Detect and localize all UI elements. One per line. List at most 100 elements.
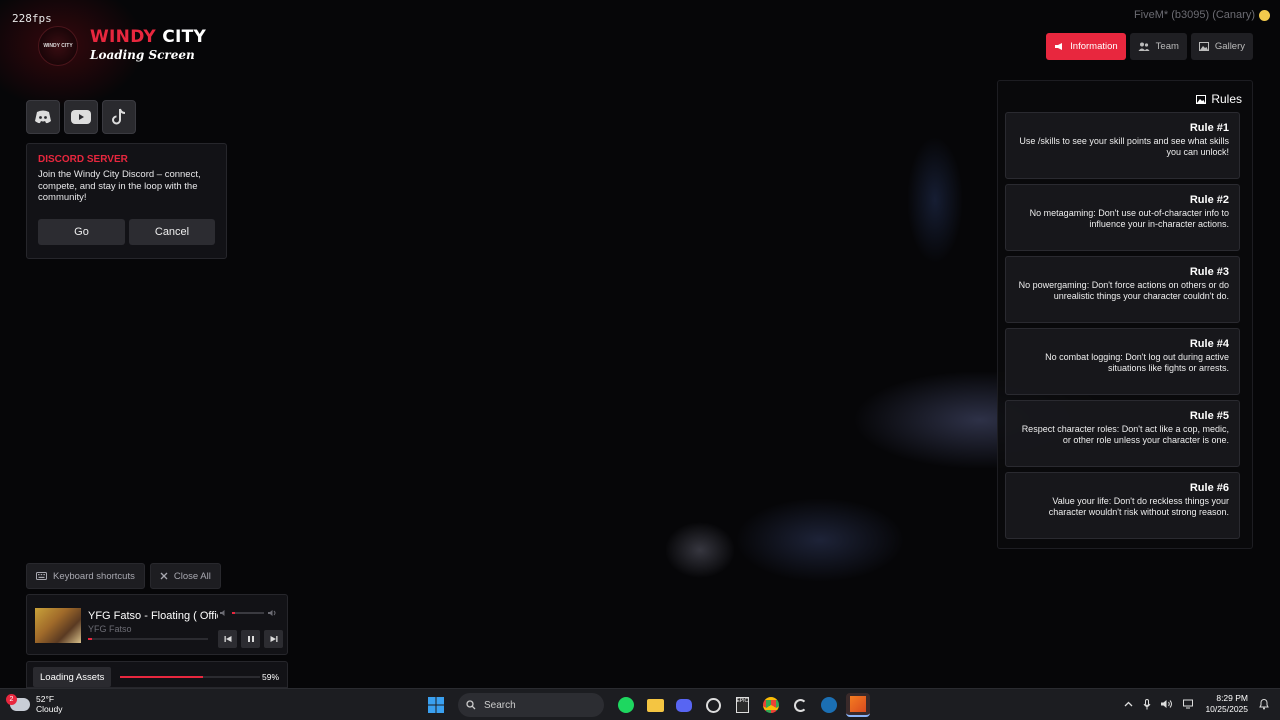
notification-badge: 2 [6,693,17,705]
rule-text: Value your life: Don't do reckless thing… [1048,496,1229,517]
loading-label: Loading Assets [33,667,112,687]
song-progress-fill [88,638,92,640]
youtube-icon [71,110,91,124]
network-icon[interactable] [1183,699,1195,709]
fivem-icon[interactable] [846,693,870,717]
volume-slider[interactable] [232,612,264,614]
tab-information[interactable]: Information [1046,33,1126,60]
next-button[interactable] [264,630,283,648]
users-icon [1138,42,1150,51]
rule-text: No metagaming: Don't use out-of-characte… [1029,208,1229,229]
volume-low-icon [220,610,225,616]
volume-control [220,606,282,620]
rule-text: Use /skills to see your skill points and… [1019,136,1229,157]
tab-team-label: Team [1155,41,1179,52]
discord-server-card: DISCORD SERVER Join the Windy City Disco… [26,143,227,259]
playback-controls [218,630,283,648]
spotify-icon[interactable] [614,693,638,717]
weather-widget[interactable]: 2 52°F Cloudy [6,693,63,714]
loading-progress [120,676,260,678]
discord-card-heading: DISCORD SERVER [38,154,128,165]
client-info: FiveM* (b3095) (Canary) [1134,9,1270,21]
brand-title: WINDY CITY Loading Screen [90,27,206,62]
song-progress[interactable] [88,638,208,640]
taskbar-search-label: Search [484,699,516,711]
close-all-button[interactable]: Close All [149,563,221,589]
music-player: YFG Fatso - Floating ( Official YFG Fats… [26,594,288,655]
microphone-icon[interactable] [1143,698,1151,710]
rules-panel: Rules Rule #1 Use /skills to see your sk… [997,80,1253,549]
loading-bar-panel: Loading Assets 59% [26,661,288,688]
rule-text: Respect character roles: Don't act like … [1021,424,1229,445]
taskbar-search[interactable]: Search [458,693,604,717]
steam-icon[interactable] [817,693,841,717]
cancel-button[interactable]: Cancel [129,218,215,245]
start-button[interactable] [424,693,448,717]
go-button[interactable]: Go [38,218,125,245]
weather-temperature: 52°F [36,694,55,704]
discord-taskbar-icon[interactable] [672,693,696,717]
clock-time: 8:29 PM [1216,693,1248,703]
rule-number: Rule #2 [1189,194,1229,206]
top-nav: Information Team Gallery [1046,33,1253,60]
file-explorer-icon[interactable] [643,693,667,717]
search-icon [466,700,476,710]
rule-text: No powergaming: Don't force actions on o… [1018,280,1229,301]
rules-title: Rules [1196,92,1242,106]
pause-button[interactable] [241,630,260,648]
tab-team[interactable]: Team [1129,33,1187,60]
keyboard-shortcuts-label: Keyboard shortcuts [53,570,135,582]
rule-number: Rule #6 [1189,482,1229,494]
album-cover [35,608,81,643]
close-icon [160,572,168,580]
close-all-label: Close All [173,570,211,582]
app-g-icon[interactable] [788,693,812,717]
brand-heading: WINDY CITY [90,27,206,47]
rule-number: Rule #3 [1189,266,1229,278]
keyboard-icon [36,572,47,580]
song-artist: YFG Fatso [88,624,132,634]
megaphone-icon [1055,43,1063,50]
smiley-icon [1259,9,1270,21]
youtube-button[interactable] [64,100,98,134]
brand-heading-white: CITY [162,27,207,47]
image-icon [1198,42,1209,51]
volume-high-icon [268,610,276,616]
server-logo: WINDY CITY [38,26,78,66]
speaker-icon[interactable] [1161,699,1173,709]
rule-card: Rule #5 Respect character roles: Don't a… [1005,400,1240,467]
windows-taskbar: 2 52°F Cloudy Search EPIC 8:29 PM 10/25/ [0,688,1280,720]
tiktok-button[interactable] [102,100,136,134]
chevron-up-icon[interactable] [1124,701,1133,707]
clock-app-icon[interactable] [701,693,725,717]
bottom-controls: Keyboard shortcuts Close All [26,563,221,589]
rule-card: Rule #1 Use /skills to see your skill po… [1005,112,1240,179]
system-tray: 8:29 PM 10/25/2025 [1124,693,1270,715]
discord-button[interactable] [26,100,60,134]
fps-counter: 228fps [12,12,52,25]
cloud-icon: 2 [6,693,30,711]
social-links [26,100,136,134]
volume-slider-fill [232,612,236,614]
brand-subtitle: Loading Screen [90,48,195,62]
rule-card: Rule #4 No combat logging: Don't log out… [1005,328,1240,395]
rule-card: Rule #6 Value your life: Don't do reckle… [1005,472,1240,539]
song-title: YFG Fatso - Floating ( Official [88,610,218,622]
discord-card-actions: Go Cancel [38,218,215,245]
clock-date: 10/25/2025 [1205,704,1248,714]
rule-text: No combat logging: Don't log out during … [1045,352,1229,373]
keyboard-shortcuts-button[interactable]: Keyboard shortcuts [26,563,145,589]
tab-gallery[interactable]: Gallery [1190,33,1253,60]
rule-card: Rule #3 No powergaming: Don't force acti… [1005,256,1240,323]
loading-progress-fill [120,676,203,678]
chrome-icon[interactable] [759,693,783,717]
previous-button[interactable] [218,630,237,648]
rule-number: Rule #4 [1189,338,1229,350]
epic-games-icon[interactable]: EPIC [730,693,754,717]
logo-text: WINDY CITY [43,43,73,49]
tiktok-icon [112,108,126,125]
weather-condition: Cloudy [36,704,63,714]
brand-heading-red: WINDY [90,27,156,47]
taskbar-clock[interactable]: 8:29 PM 10/25/2025 [1205,693,1248,715]
notification-bell-icon[interactable] [1258,698,1270,710]
